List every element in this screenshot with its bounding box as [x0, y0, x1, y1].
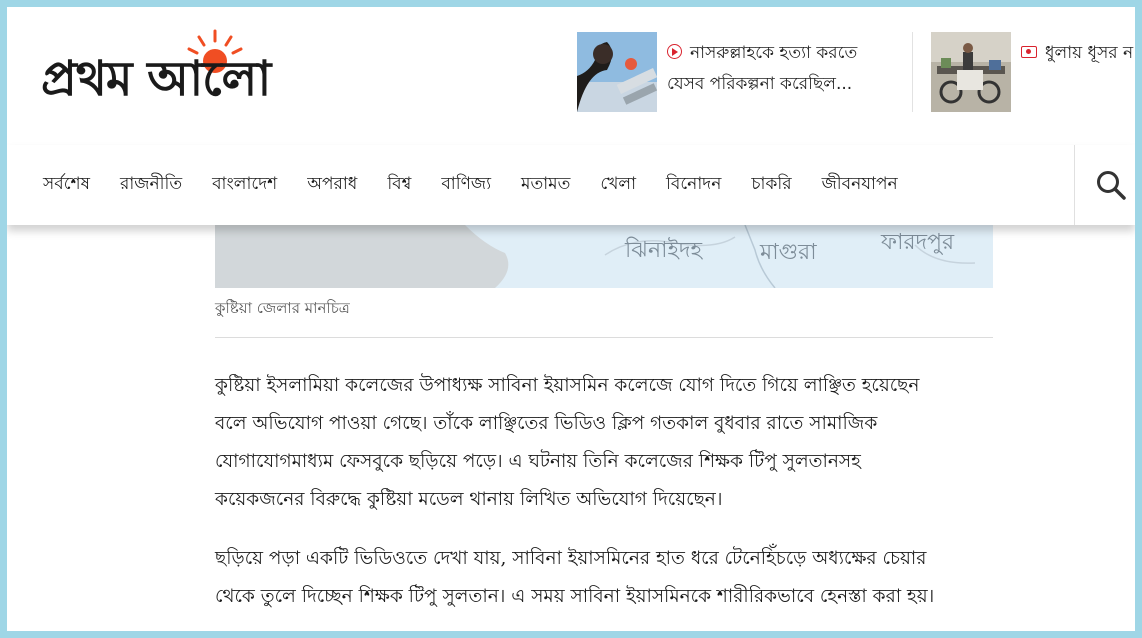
main-navigation: সর্বশেষ রাজনীতি বাংলাদেশ অপরাধ বিশ্ব বাণ…: [7, 145, 1135, 225]
news-thumbnail[interactable]: [931, 32, 1011, 112]
nav-item-opinion[interactable]: মতামত: [521, 171, 570, 199]
nav-item-entertainment[interactable]: বিনোদন: [666, 171, 721, 199]
site-logo[interactable]: প্রথম আলো: [41, 27, 387, 107]
nav-item-sports[interactable]: খেলা: [600, 171, 636, 199]
nav-item-lifestyle[interactable]: জীবনযাপন: [822, 171, 898, 199]
camera-icon: [1021, 46, 1037, 58]
header-divider: [912, 32, 913, 112]
nav-item-jobs[interactable]: চাকরি: [751, 171, 791, 199]
map-label: ঝিনাইদহ: [625, 238, 703, 263]
news-title[interactable]: নাসরুল্লাহকে হত্যা করতে যেসব পরিকল্পনা ক…: [667, 38, 907, 100]
nav-menu: সর্বশেষ রাজনীতি বাংলাদেশ অপরাধ বিশ্ব বাণ…: [43, 145, 928, 225]
browser-page: প্রথম আলো নাসরুল্লাহকে হত্যা করতে যেসব প…: [7, 7, 1135, 631]
nav-item-latest[interactable]: সর্বশেষ: [43, 171, 90, 199]
paragraph-line: কুষ্টিয়া ইসলামিয়া কলেজের উপাধ্যক্ষ সাব…: [215, 375, 920, 396]
district-map-image: ঝিনাইদহ মাগুরা ফারদপুর: [215, 225, 993, 288]
featured-news-card[interactable]: ধুলায় ধূসর ন: [931, 32, 1135, 112]
featured-news-card[interactable]: নাসরুল্লাহকে হত্যা করতে যেসব পরিকল্পনা ক…: [577, 32, 907, 112]
site-header: প্রথম আলো নাসরুল্লাহকে হত্যা করতে যেসব প…: [7, 7, 1135, 146]
logo-text: প্রথম আলো: [41, 51, 271, 107]
nav-item-crime[interactable]: অপরাধ: [307, 171, 357, 199]
search-icon: [1097, 171, 1126, 200]
map-label: ফারদপুর: [881, 230, 955, 255]
news-thumbnail[interactable]: [577, 32, 657, 112]
paragraph-line: ছড়িয়ে পড়া একটি ভিডিওতে দেখা যায়, সাব…: [215, 548, 927, 569]
news-title[interactable]: ধুলায় ধূসর ন: [1021, 38, 1135, 69]
article-paragraph: ছড়িয়ে পড়া একটি ভিডিওতে দেখা যায়, সাব…: [215, 540, 1015, 616]
play-icon: [667, 44, 682, 59]
paragraph-line: থেকে তুলে দিচ্ছেন শিক্ষক টিপু সুলতান। এ …: [215, 586, 935, 607]
article-paragraph: কুষ্টিয়া ইসলামিয়া কলেজের উপাধ্যক্ষ সাব…: [215, 367, 1015, 519]
caption-divider: [215, 337, 993, 338]
image-caption: কুষ্টিয়া জেলার মানচিত্র: [215, 299, 350, 317]
paragraph-line: যোগাযোগমাধ্যম ফেসবুকে ছড়িয়ে পড়ে। এ ঘট…: [215, 451, 861, 472]
nav-item-bangladesh[interactable]: বাংলাদেশ: [212, 171, 277, 199]
nav-item-business[interactable]: বাণিজ্য: [441, 171, 491, 199]
search-button[interactable]: [1074, 145, 1135, 225]
nav-item-world[interactable]: বিশ্ব: [387, 171, 411, 199]
nav-item-politics[interactable]: রাজনীতি: [120, 171, 182, 199]
map-label: মাগুরা: [760, 240, 817, 265]
paragraph-line: বলে অভিযোগ পাওয়া গেছে। তাঁকে লাঞ্ছিতের …: [215, 413, 878, 434]
paragraph-line: কয়েকজনের বিরুদ্ধে কুষ্টিয়া মডেল থানায়…: [215, 489, 723, 510]
